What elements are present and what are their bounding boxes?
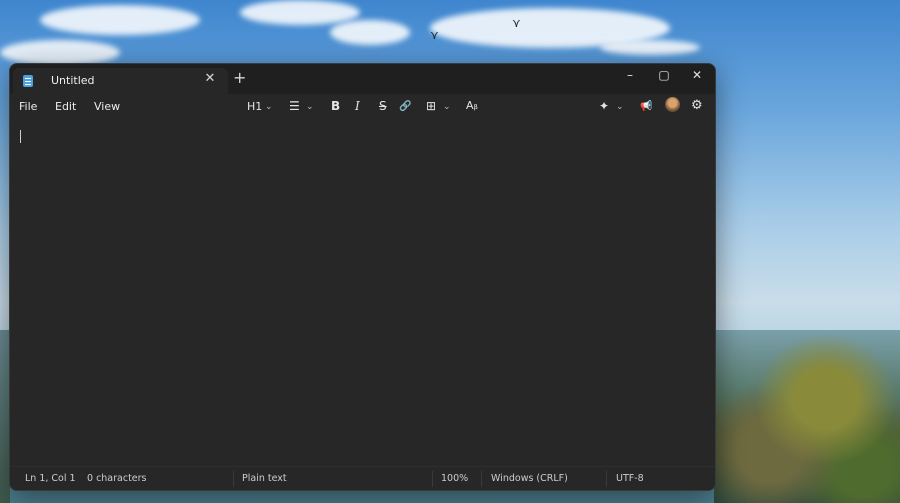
rocky-shore [714, 330, 900, 503]
menu-view[interactable]: View [94, 100, 120, 113]
zoom-level[interactable]: 100% [441, 473, 468, 484]
character-count: 0 characters [87, 473, 147, 484]
text-caret [20, 130, 21, 143]
list-icon[interactable]: ☰ [289, 99, 300, 113]
text-editor-area[interactable] [10, 120, 715, 466]
feedback-icon[interactable]: 📢 [640, 101, 652, 112]
tab-label: Untitled [51, 74, 95, 87]
table-icon[interactable]: ⊞ [426, 99, 436, 113]
heading-dropdown[interactable]: H1 [247, 100, 262, 113]
strikethrough-button[interactable]: S [379, 99, 387, 113]
format-indicator[interactable]: Plain text [242, 473, 287, 484]
close-tab-icon[interactable]: ✕ [201, 71, 219, 86]
italic-button[interactable]: I [355, 99, 360, 113]
bird-icon: ⋎ [430, 28, 439, 42]
menu-edit[interactable]: Edit [55, 100, 76, 113]
menu-bar: File Edit View H1 ⌄ ☰ ⌄ B I S 🔗 ⊞ ⌄ Aᵦ ✦… [10, 94, 715, 120]
copilot-icon[interactable]: ✦ [599, 99, 609, 113]
title-bar: Untitled ✕ + – ▢ ✕ [10, 64, 715, 94]
line-ending: Windows (CRLF) [491, 473, 568, 484]
notepad-window: Untitled ✕ + – ▢ ✕ File Edit View H1 ⌄ ☰… [9, 63, 716, 491]
chevron-down-icon[interactable]: ⌄ [306, 102, 314, 112]
settings-icon[interactable]: ⚙ [691, 98, 703, 113]
tab-untitled[interactable]: Untitled ✕ [13, 68, 228, 94]
new-tab-button[interactable]: + [233, 70, 246, 86]
menu-file[interactable]: File [19, 100, 37, 113]
bird-icon: ⋎ [512, 16, 521, 30]
minimize-button[interactable]: – [613, 64, 647, 86]
chevron-down-icon[interactable]: ⌄ [616, 102, 624, 112]
maximize-button[interactable]: ▢ [647, 64, 681, 86]
cursor-position: Ln 1, Col 1 [25, 473, 76, 484]
encoding: UTF-8 [616, 473, 644, 484]
close-window-button[interactable]: ✕ [680, 64, 714, 86]
chevron-down-icon[interactable]: ⌄ [443, 102, 451, 112]
bold-button[interactable]: B [331, 99, 340, 113]
account-avatar[interactable] [665, 97, 680, 112]
notepad-icon [23, 75, 33, 87]
spellcheck-icon[interactable]: Aᵦ [466, 99, 478, 112]
link-icon[interactable]: 🔗 [399, 101, 411, 112]
status-bar: Ln 1, Col 1 0 characters Plain text 100%… [10, 466, 715, 490]
chevron-down-icon[interactable]: ⌄ [265, 102, 273, 112]
